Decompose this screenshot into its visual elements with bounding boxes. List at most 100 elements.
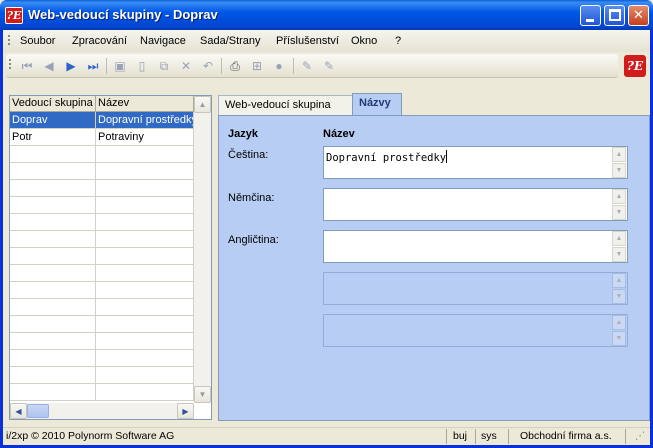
last-record-icon[interactable]: ⏭ xyxy=(86,59,100,73)
label-nemcina: Němčina: xyxy=(228,192,275,204)
column-header-group[interactable]: Vedoucí skupina xyxy=(10,96,96,112)
maximize-icon xyxy=(609,9,621,21)
client-area: Soubor Zpracování Navigace Sada/Strany P… xyxy=(3,30,650,445)
cell-code: Potr xyxy=(10,129,96,146)
empty-row xyxy=(10,265,194,282)
maximize-button[interactable] xyxy=(604,5,625,26)
next-record-icon[interactable]: ▶ xyxy=(64,59,78,73)
menu-okno[interactable]: Okno xyxy=(351,35,377,47)
prev-record-icon[interactable]: ◀ xyxy=(42,59,56,73)
grid-body: Doprav Dopravní prostředky Potr Potravin… xyxy=(10,112,194,403)
window-title: Web-vedoucí skupiny - Doprav xyxy=(28,7,218,22)
table-row[interactable]: Doprav Dopravní prostředky xyxy=(10,112,194,129)
menu-navigace[interactable]: Navigace xyxy=(140,35,186,47)
menu-grip-icon[interactable] xyxy=(8,35,10,47)
column-header-name[interactable]: Název xyxy=(96,96,194,112)
menu-soubor[interactable]: Soubor xyxy=(20,35,55,47)
empty-row xyxy=(10,350,194,367)
minimize-button[interactable] xyxy=(580,5,601,26)
horizontal-scrollbar[interactable]: ◀ ▶ xyxy=(10,403,194,419)
new-icon[interactable]: ▯ xyxy=(135,59,149,73)
scroll-down-icon[interactable]: ▼ xyxy=(612,205,626,220)
status-mode: buj xyxy=(453,430,468,442)
empty-row xyxy=(10,248,194,265)
empty-row xyxy=(10,231,194,248)
status-copyright: i/2xp © 2010 Polynorm Software AG xyxy=(6,430,175,442)
empty-row xyxy=(10,316,194,333)
polynorm-logo-icon: ?E xyxy=(624,55,646,77)
edit2-icon[interactable]: ✎ xyxy=(322,59,336,73)
cell-name: Potraviny xyxy=(96,129,194,146)
resize-grip-icon[interactable]: ⋰ xyxy=(635,430,646,444)
tab-nazvy[interactable]: Názvy xyxy=(352,93,402,115)
menu-prislusenstvi[interactable]: Příslušenství xyxy=(276,35,339,47)
minimize-icon xyxy=(586,19,594,22)
scroll-up-icon[interactable]: ▲ xyxy=(612,231,626,246)
name-field-czech[interactable]: Dopravní prostředky ▲ ▼ xyxy=(323,146,628,179)
empty-row xyxy=(10,384,194,401)
table-row[interactable]: Potr Potraviny xyxy=(10,129,194,146)
toolbar-separator xyxy=(106,58,107,74)
scroll-left-icon[interactable]: ◀ xyxy=(10,403,27,419)
scroll-down-icon: ▼ xyxy=(612,289,626,304)
print-icon[interactable]: ⎙ xyxy=(228,59,242,73)
column-header-name: Název xyxy=(323,128,355,140)
records-grid[interactable]: Vedoucí skupina Název Doprav Dopravní pr… xyxy=(9,95,212,420)
scroll-up-icon[interactable]: ▲ xyxy=(612,147,626,162)
grid-header: Vedoucí skupina Název xyxy=(10,96,194,112)
status-divider xyxy=(625,429,626,444)
names-panel: Jazyk Název Čeština: Dopravní prostředky… xyxy=(218,115,650,421)
name-field-czech-value: Dopravní prostředky xyxy=(326,150,448,164)
toolbar-separator xyxy=(293,58,294,74)
status-divider xyxy=(446,429,447,444)
empty-row xyxy=(10,146,194,163)
tree-icon[interactable]: ⊞ xyxy=(250,59,264,73)
status-bar: i/2xp © 2010 Polynorm Software AG buj sy… xyxy=(3,427,650,445)
empty-row xyxy=(10,299,194,316)
scroll-up-icon: ▲ xyxy=(612,273,626,288)
scroll-thumb[interactable] xyxy=(27,404,49,418)
label-cestina: Čeština: xyxy=(228,149,269,161)
status-user: sys xyxy=(481,430,497,442)
first-record-icon[interactable]: ⏮ xyxy=(20,59,34,73)
menu-help[interactable]: ? xyxy=(395,35,401,47)
empty-row xyxy=(10,214,194,231)
stop-icon[interactable]: ● xyxy=(272,59,286,73)
scroll-up-icon[interactable]: ▲ xyxy=(612,189,626,204)
empty-row xyxy=(10,367,194,384)
save-icon[interactable]: ▣ xyxy=(113,59,127,73)
title-bar[interactable]: ?E Web-vedoucí skupiny - Doprav ✕ xyxy=(0,0,653,30)
scroll-down-icon[interactable]: ▼ xyxy=(194,386,211,403)
close-button[interactable]: ✕ xyxy=(628,5,649,26)
tab-web-vedouci-skupina[interactable]: Web-vedoucí skupina xyxy=(218,95,354,115)
scroll-down-icon: ▼ xyxy=(612,331,626,346)
app-window: ?E Web-vedoucí skupiny - Doprav ✕ Soubor… xyxy=(0,0,653,448)
toolstrip: ⏮ ◀ ▶ ⏭ ▣ ▯ ⧉ ✕ ↶ ⎙ ⊞ ● ✎ ✎ xyxy=(6,54,618,78)
column-header-language: Jazyk xyxy=(228,128,258,140)
status-company: Obchodní firma a.s. xyxy=(520,430,612,442)
edit-icon[interactable]: ✎ xyxy=(300,59,314,73)
app-logo-icon[interactable]: ?E xyxy=(5,7,23,24)
scroll-right-icon[interactable]: ▶ xyxy=(177,403,194,419)
menu-bar: Soubor Zpracování Navigace Sada/Strany P… xyxy=(3,30,650,52)
toolbar: ⏮ ◀ ▶ ⏭ ▣ ▯ ⧉ ✕ ↶ ⎙ ⊞ ● ✎ ✎ ?E xyxy=(3,52,650,80)
delete-icon[interactable]: ✕ xyxy=(179,59,193,73)
name-field-german[interactable]: ▲ ▼ xyxy=(323,188,628,221)
menu-sada-strany[interactable]: Sada/Strany xyxy=(200,35,261,47)
status-divider xyxy=(508,429,509,444)
toolbar-separator xyxy=(221,58,222,74)
name-field-disabled-2: ▲ ▼ xyxy=(323,314,628,347)
scroll-up-icon[interactable]: ▲ xyxy=(194,96,211,113)
name-field-english[interactable]: ▲ ▼ xyxy=(323,230,628,263)
scroll-down-icon[interactable]: ▼ xyxy=(612,247,626,262)
scroll-down-icon[interactable]: ▼ xyxy=(612,163,626,178)
copy-icon[interactable]: ⧉ xyxy=(157,59,171,73)
scroll-up-icon: ▲ xyxy=(612,315,626,330)
toolbar-grip-icon[interactable] xyxy=(9,59,11,71)
vertical-scrollbar[interactable]: ▲ ▼ xyxy=(194,96,211,403)
menu-zpracovani[interactable]: Zpracování xyxy=(72,35,127,47)
empty-row xyxy=(10,197,194,214)
status-divider xyxy=(475,429,476,444)
name-field-disabled-1: ▲ ▼ xyxy=(323,272,628,305)
undo-icon[interactable]: ↶ xyxy=(201,59,215,73)
